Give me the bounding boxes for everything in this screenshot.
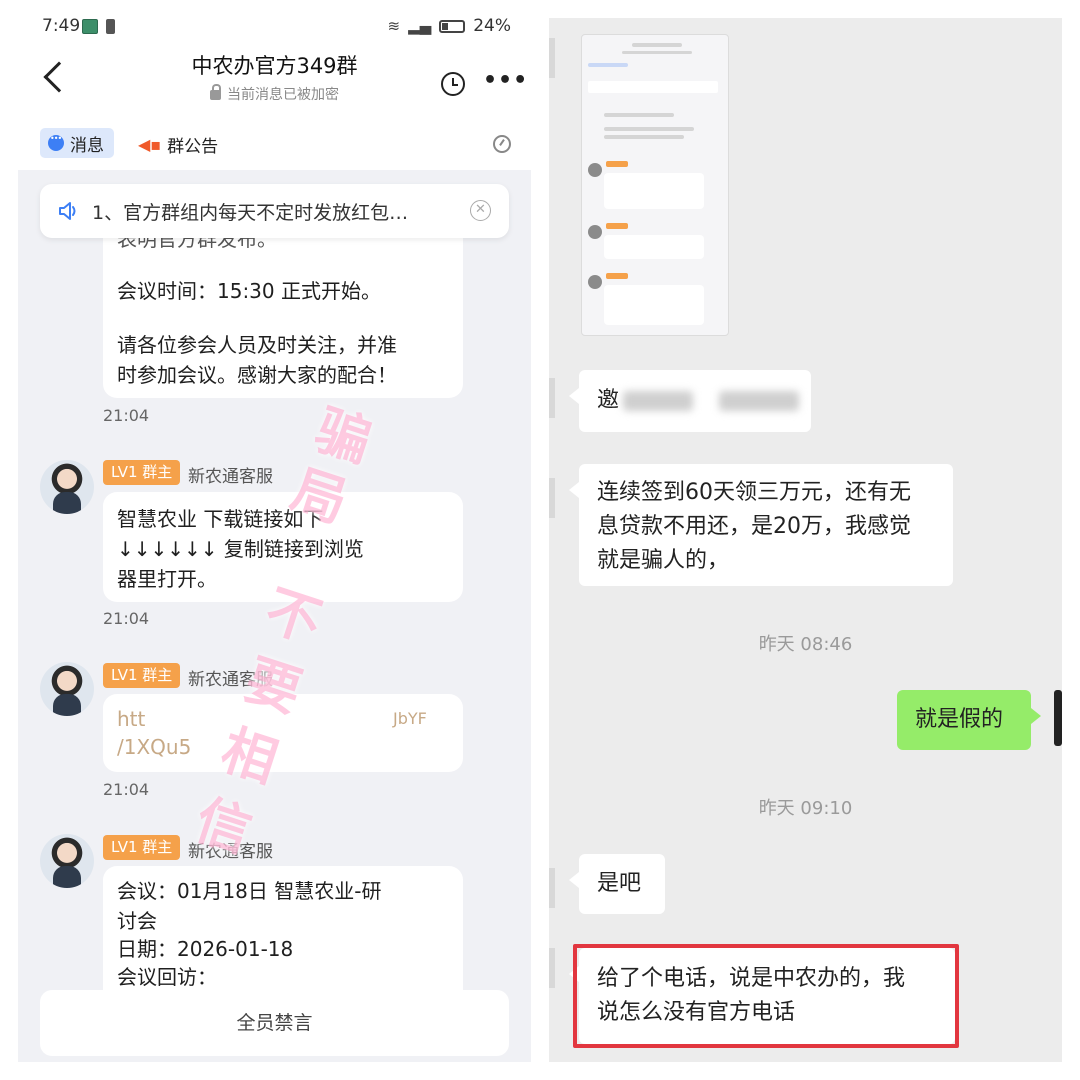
tab-messages-label: 消息: [70, 135, 104, 156]
watermark-char: 骗: [308, 397, 379, 475]
edge-strip: [549, 868, 555, 908]
tab-announcement[interactable]: ◀▪ 群公告: [138, 132, 218, 157]
message-line: 讨会: [117, 909, 157, 933]
chat-timestamp: 昨天 08:46: [758, 634, 853, 655]
tabs-bar: 消息 ◀▪ 群公告: [18, 120, 531, 170]
speedometer-icon[interactable]: [493, 135, 511, 153]
tab-announcement-label: 群公告: [167, 137, 219, 157]
signal-icon: ▂▄: [408, 17, 432, 35]
battery-saver-icon: [106, 19, 115, 34]
link-text[interactable]: /1XQu5: [117, 732, 191, 762]
chat-line: 就是骗人的，: [597, 548, 730, 573]
chat-bubble[interactable]: 连续签到60天领三万元，还有无 息贷款不用还，是20万，我感觉 就是骗人的，: [569, 464, 953, 586]
chat-text: 就是假的: [915, 707, 1004, 732]
thumb-badge: [606, 223, 628, 229]
sender-name: 新农通客服: [188, 467, 273, 487]
thumb-line: [622, 51, 692, 54]
self-avatar-edge: [1054, 690, 1062, 746]
message-time: 21:04: [103, 609, 150, 628]
thumb-badge: [606, 161, 628, 167]
link-text[interactable]: htt: [117, 704, 145, 734]
close-circle-icon[interactable]: ✕: [470, 200, 491, 221]
edge-strip: [549, 378, 555, 418]
megaphone-icon: ◀▪: [138, 135, 162, 154]
history-clock-icon[interactable]: [441, 72, 465, 96]
avatar[interactable]: [40, 662, 94, 716]
chat-bubble[interactable]: 邀: [569, 370, 811, 432]
message-line: 时参加会议。感谢大家的配合！: [117, 363, 397, 387]
role-badge: LV1 群主: [103, 460, 181, 485]
message-line: 智慧农业 下载链接如下: [117, 507, 324, 531]
lock-icon: [210, 84, 221, 100]
chat-text: 邀: [597, 388, 620, 413]
message-line: 会议时间：15:30 正式开始。: [117, 279, 381, 303]
status-indicators: ≋ ▂▄ 24%: [388, 16, 511, 36]
mute-all-bar: 全员禁言: [40, 990, 509, 1056]
chat-timestamp: 昨天 09:10: [758, 798, 853, 819]
battery-icon: [439, 19, 466, 33]
message-line: 会议回访：: [117, 965, 217, 989]
chat-text: 是吧: [597, 871, 642, 896]
speaker-icon: [58, 200, 80, 222]
edge-strip: [549, 948, 555, 988]
group-chat-screenshot: 表明官方群发布。 会议时间：15:30 正式开始。 请各位参会人员及时关注，并准…: [18, 0, 531, 1062]
tab-messages[interactable]: 消息: [40, 128, 114, 158]
thumb-card: [604, 235, 704, 259]
thumb-avatar: [588, 275, 602, 289]
thumb-avatar: [588, 225, 602, 239]
chat-line: 息贷款不用还，是20万，我感觉: [597, 514, 911, 539]
message-bubble[interactable]: 会议：01月18日 智慧农业-研 讨会 日期：2026-01-18 会议回访：: [103, 866, 463, 1006]
thumb-line: [588, 81, 718, 93]
link-text[interactable]: JbYF: [393, 704, 427, 734]
screenshot-thumbnail[interactable]: [581, 34, 729, 336]
message-bubble: 表明官方群发布。 会议时间：15:30 正式开始。 请各位参会人员及时关注，并准…: [103, 218, 463, 398]
chat-line: 连续签到60天领三万元，还有无: [597, 480, 911, 505]
blurred-content: [719, 391, 799, 411]
thumb-avatar: [588, 163, 602, 177]
pinned-notice[interactable]: 1、官方群组内每天不定时发放红包… ✕: [40, 184, 509, 238]
role-badge: LV1 群主: [103, 835, 181, 860]
chat-header: 中农办官方349群 当前消息已被加密 •••: [18, 50, 531, 120]
chat-bubble-icon: [48, 134, 64, 151]
sender-name: 新农通客服: [188, 842, 273, 862]
thumb-line: [588, 63, 628, 67]
app-notification-icon: [82, 19, 98, 34]
blurred-content: [623, 391, 693, 411]
message-bubble[interactable]: 智慧农业 下载链接如下 ↓↓↓↓↓↓ 复制链接到浏览 器里打开。: [103, 492, 463, 602]
message-line: ↓↓↓↓↓↓ 复制链接到浏览: [117, 537, 364, 561]
thumb-line: [604, 127, 694, 131]
thumb-line: [604, 113, 674, 117]
status-bar: 7:49 ≋ ▂▄ 24%: [18, 0, 531, 50]
thumb-line: [604, 135, 684, 139]
edge-strip: [549, 478, 555, 518]
chat-bubble[interactable]: 是吧: [569, 854, 665, 914]
battery-level: 24%: [473, 16, 511, 36]
role-badge: LV1 群主: [103, 663, 181, 688]
thumb-card: [604, 285, 704, 325]
message-line: 日期：2026-01-18: [117, 937, 294, 961]
message-line: 器里打开。: [117, 567, 217, 591]
notice-text: 1、官方群组内每天不定时发放红包…: [92, 201, 409, 224]
avatar[interactable]: [40, 834, 94, 888]
edge-strip: [549, 38, 555, 78]
message-time: 21:04: [103, 406, 150, 425]
thumb-card: [604, 173, 704, 209]
encryption-text: 当前消息已被加密: [227, 87, 339, 103]
red-highlight-box: [573, 944, 959, 1048]
message-line: 会议：01月18日 智慧农业-研: [117, 879, 382, 903]
private-chat-screenshot: 邀 连续签到60天领三万元，还有无 息贷款不用还，是20万，我感觉 就是骗人的，…: [549, 18, 1062, 1062]
wifi-icon: ≋: [387, 17, 401, 35]
message-line: 请各位参会人员及时关注，并准: [117, 333, 397, 357]
sender-name: 新农通客服: [188, 670, 273, 690]
thumb-line: [632, 43, 682, 47]
more-options-icon[interactable]: •••: [483, 68, 528, 93]
avatar[interactable]: [40, 460, 94, 514]
status-time: 7:49: [42, 16, 81, 36]
message-time: 21:04: [103, 780, 150, 799]
chat-bubble-self[interactable]: 就是假的: [897, 690, 1041, 750]
link-message-bubble[interactable]: htt /1XQu5 JbYF: [103, 694, 463, 772]
thumb-badge: [606, 273, 628, 279]
